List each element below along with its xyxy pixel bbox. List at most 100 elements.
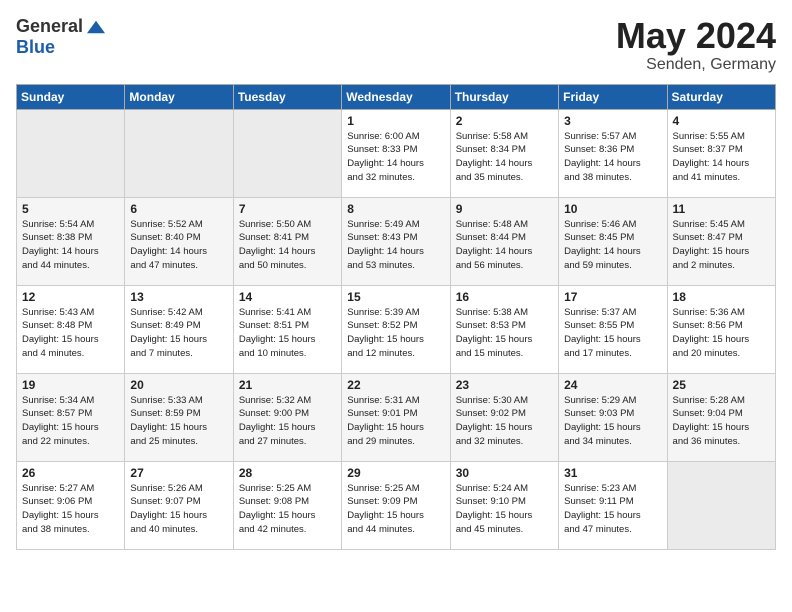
day-cell: 1Sunrise: 6:00 AM Sunset: 8:33 PM Daylig…: [342, 109, 450, 197]
day-cell: 21 Sunrise: 5:32 AM Sunset: 9:00 PM Dayli…: [233, 373, 341, 461]
day-number: 20: [130, 378, 228, 392]
day-number: 14: [239, 290, 337, 304]
header: General Blue May 2024 Senden, Germany: [16, 16, 776, 74]
day-cell: 5 Sunrise: 5:54 AM Sunset: 8:38 PM Daylig…: [17, 197, 125, 285]
day-detail: Sunrise: 5:58 AM Sunset: 8:34 PM Dayligh…: [456, 130, 554, 185]
day-cell: [233, 109, 341, 197]
day-number: 15: [347, 290, 445, 304]
day-detail: Sunrise: 5:54 AM Sunset: 8:38 PM Dayligh…: [22, 218, 120, 273]
day-cell: [17, 109, 125, 197]
day-detail: Sunrise: 5:45 AM Sunset: 8:47 PM Dayligh…: [673, 218, 771, 273]
logo-arrow-icon: [87, 20, 105, 34]
day-cell: 12 Sunrise: 5:43 AM Sunset: 8:48 PM Dayli…: [17, 285, 125, 373]
day-detail: Sunrise: 5:48 AM Sunset: 8:44 PM Dayligh…: [456, 218, 554, 273]
day-detail: Sunrise: 5:55 AM Sunset: 8:37 PM Dayligh…: [673, 130, 771, 185]
day-number: 26: [22, 466, 120, 480]
title-block: May 2024 Senden, Germany: [616, 16, 776, 74]
day-cell: 24 Sunrise: 5:29 AM Sunset: 9:03 PM Dayli…: [559, 373, 667, 461]
day-cell: 6 Sunrise: 5:52 AM Sunset: 8:40 PM Daylig…: [125, 197, 233, 285]
day-cell: 2 Sunrise: 5:58 AM Sunset: 8:34 PM Daylig…: [450, 109, 558, 197]
day-detail: Sunrise: 5:43 AM Sunset: 8:48 PM Dayligh…: [22, 306, 120, 361]
day-number: 25: [673, 378, 771, 392]
day-detail: Sunrise: 5:26 AM Sunset: 9:07 PM Dayligh…: [130, 482, 228, 537]
day-cell: [125, 109, 233, 197]
day-number: 17: [564, 290, 662, 304]
column-header-thursday: Thursday: [450, 84, 558, 109]
day-detail: Sunrise: 5:25 AM Sunset: 9:08 PM Dayligh…: [239, 482, 337, 537]
day-number: 4: [673, 114, 771, 128]
day-detail: Sunrise: 5:39 AM Sunset: 8:52 PM Dayligh…: [347, 306, 445, 361]
column-header-saturday: Saturday: [667, 84, 775, 109]
day-number: 8: [347, 202, 445, 216]
day-number: 21: [239, 378, 337, 392]
column-header-tuesday: Tuesday: [233, 84, 341, 109]
day-detail: Sunrise: 5:25 AM Sunset: 9:09 PM Dayligh…: [347, 482, 445, 537]
day-detail: Sunrise: 5:33 AM Sunset: 8:59 PM Dayligh…: [130, 394, 228, 449]
day-cell: 28 Sunrise: 5:25 AM Sunset: 9:08 PM Dayli…: [233, 461, 341, 549]
day-cell: 18 Sunrise: 5:36 AM Sunset: 8:56 PM Dayli…: [667, 285, 775, 373]
calendar-header-row: SundayMondayTuesdayWednesdayThursdayFrid…: [17, 84, 776, 109]
day-cell: 11 Sunrise: 5:45 AM Sunset: 8:47 PM Dayli…: [667, 197, 775, 285]
day-number: 11: [673, 202, 771, 216]
week-row-2: 5 Sunrise: 5:54 AM Sunset: 8:38 PM Daylig…: [17, 197, 776, 285]
day-number: 24: [564, 378, 662, 392]
day-cell: 22Sunrise: 5:31 AM Sunset: 9:01 PM Dayli…: [342, 373, 450, 461]
day-number: 23: [456, 378, 554, 392]
day-cell: 7Sunrise: 5:50 AM Sunset: 8:41 PM Daylig…: [233, 197, 341, 285]
day-number: 19: [22, 378, 120, 392]
month-title: May 2024: [616, 16, 776, 56]
day-detail: Sunrise: 5:37 AM Sunset: 8:55 PM Dayligh…: [564, 306, 662, 361]
day-detail: Sunrise: 5:32 AM Sunset: 9:00 PM Dayligh…: [239, 394, 337, 449]
day-number: 10: [564, 202, 662, 216]
day-number: 7: [239, 202, 337, 216]
day-cell: 30Sunrise: 5:24 AM Sunset: 9:10 PM Dayli…: [450, 461, 558, 549]
day-cell: [667, 461, 775, 549]
day-number: 2: [456, 114, 554, 128]
day-cell: 13Sunrise: 5:42 AM Sunset: 8:49 PM Dayli…: [125, 285, 233, 373]
day-detail: Sunrise: 5:38 AM Sunset: 8:53 PM Dayligh…: [456, 306, 554, 361]
day-number: 18: [673, 290, 771, 304]
day-cell: 27Sunrise: 5:26 AM Sunset: 9:07 PM Dayli…: [125, 461, 233, 549]
day-number: 12: [22, 290, 120, 304]
day-cell: 19 Sunrise: 5:34 AM Sunset: 8:57 PM Dayli…: [17, 373, 125, 461]
day-number: 5: [22, 202, 120, 216]
day-detail: Sunrise: 5:30 AM Sunset: 9:02 PM Dayligh…: [456, 394, 554, 449]
day-cell: 17 Sunrise: 5:37 AM Sunset: 8:55 PM Dayli…: [559, 285, 667, 373]
day-cell: 16 Sunrise: 5:38 AM Sunset: 8:53 PM Dayli…: [450, 285, 558, 373]
day-number: 16: [456, 290, 554, 304]
column-header-wednesday: Wednesday: [342, 84, 450, 109]
day-detail: Sunrise: 5:42 AM Sunset: 8:49 PM Dayligh…: [130, 306, 228, 361]
day-detail: Sunrise: 5:52 AM Sunset: 8:40 PM Dayligh…: [130, 218, 228, 273]
logo-general-text: General: [16, 16, 83, 37]
day-detail: Sunrise: 5:36 AM Sunset: 8:56 PM Dayligh…: [673, 306, 771, 361]
column-header-sunday: Sunday: [17, 84, 125, 109]
week-row-3: 12 Sunrise: 5:43 AM Sunset: 8:48 PM Dayli…: [17, 285, 776, 373]
day-cell: 23 Sunrise: 5:30 AM Sunset: 9:02 PM Dayli…: [450, 373, 558, 461]
day-number: 22: [347, 378, 445, 392]
day-number: 9: [456, 202, 554, 216]
day-cell: 9 Sunrise: 5:48 AM Sunset: 8:44 PM Daylig…: [450, 197, 558, 285]
day-cell: 15 Sunrise: 5:39 AM Sunset: 8:52 PM Dayli…: [342, 285, 450, 373]
day-cell: 3Sunrise: 5:57 AM Sunset: 8:36 PM Daylig…: [559, 109, 667, 197]
day-detail: Sunrise: 5:57 AM Sunset: 8:36 PM Dayligh…: [564, 130, 662, 185]
day-detail: Sunrise: 5:29 AM Sunset: 9:03 PM Dayligh…: [564, 394, 662, 449]
page-container: General Blue May 2024 Senden, Germany Su…: [0, 0, 792, 560]
location: Senden, Germany: [616, 56, 776, 74]
calendar-body: 1Sunrise: 6:00 AM Sunset: 8:33 PM Daylig…: [17, 109, 776, 549]
day-cell: 29Sunrise: 5:25 AM Sunset: 9:09 PM Dayli…: [342, 461, 450, 549]
day-detail: Sunrise: 5:27 AM Sunset: 9:06 PM Dayligh…: [22, 482, 120, 537]
day-cell: 10Sunrise: 5:46 AM Sunset: 8:45 PM Dayli…: [559, 197, 667, 285]
day-detail: Sunrise: 5:34 AM Sunset: 8:57 PM Dayligh…: [22, 394, 120, 449]
week-row-1: 1Sunrise: 6:00 AM Sunset: 8:33 PM Daylig…: [17, 109, 776, 197]
week-row-5: 26 Sunrise: 5:27 AM Sunset: 9:06 PM Dayli…: [17, 461, 776, 549]
day-number: 28: [239, 466, 337, 480]
day-number: 1: [347, 114, 445, 128]
day-number: 6: [130, 202, 228, 216]
day-cell: 31Sunrise: 5:23 AM Sunset: 9:11 PM Dayli…: [559, 461, 667, 549]
day-detail: Sunrise: 5:23 AM Sunset: 9:11 PM Dayligh…: [564, 482, 662, 537]
logo-blue-text: Blue: [16, 37, 55, 58]
calendar-table: SundayMondayTuesdayWednesdayThursdayFrid…: [16, 84, 776, 550]
day-detail: Sunrise: 5:28 AM Sunset: 9:04 PM Dayligh…: [673, 394, 771, 449]
day-cell: 8Sunrise: 5:49 AM Sunset: 8:43 PM Daylig…: [342, 197, 450, 285]
column-header-monday: Monday: [125, 84, 233, 109]
